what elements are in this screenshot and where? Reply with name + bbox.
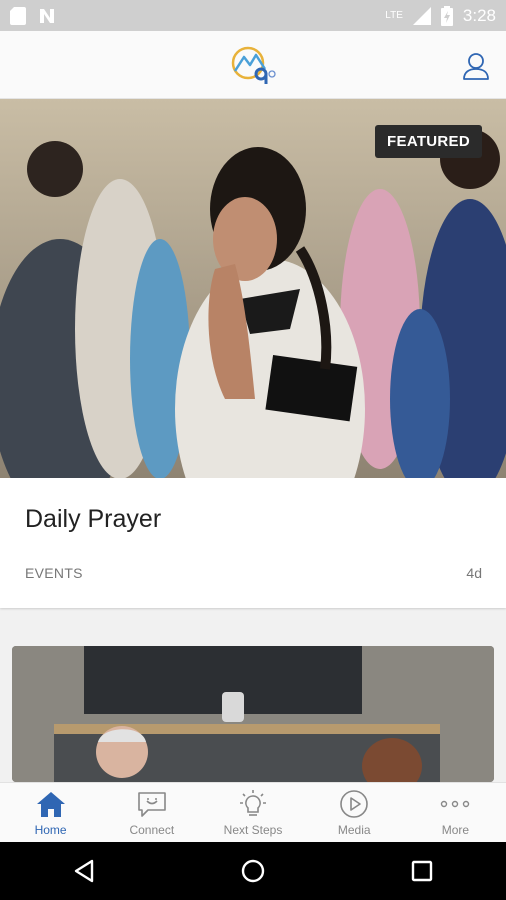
network-type: LTE [385, 10, 403, 21]
nav-more[interactable]: More [405, 783, 506, 842]
system-navigation-bar [0, 842, 506, 900]
signal-icon [412, 6, 431, 25]
clock: 3:28 [462, 5, 496, 25]
nav-label: Connect [129, 823, 175, 837]
nav-label: Next Steps [223, 823, 283, 837]
nav-label: Home [34, 823, 67, 837]
home-icon [36, 792, 65, 817]
more-icon [441, 800, 470, 808]
card-title: Daily Prayer [25, 505, 162, 533]
user-icon[interactable] [462, 51, 490, 81]
featured-card[interactable]: FEATURED Daily Prayer EVENTS 4d [0, 99, 506, 608]
card-category: EVENTS [25, 565, 83, 581]
sermon-photo [12, 646, 494, 782]
recents-icon[interactable] [409, 858, 435, 884]
bottom-navigation: Home Connect Next Steps Media More [0, 782, 506, 842]
content-card[interactable] [12, 646, 494, 782]
status-bar: LTE 3:28 [0, 0, 506, 31]
featured-badge: FEATURED [375, 125, 482, 158]
lightbulb-icon [240, 790, 266, 816]
nav-label: Media [337, 823, 371, 837]
nav-label: More [441, 823, 470, 837]
sd-card-icon [10, 6, 26, 25]
chat-icon [137, 792, 166, 817]
church-logo-icon[interactable] [230, 43, 278, 87]
play-icon [340, 790, 369, 818]
nav-next-steps[interactable]: Next Steps [202, 783, 303, 842]
app-header [0, 31, 506, 99]
n-notification-icon [40, 8, 54, 23]
card-age: 4d [466, 565, 482, 581]
back-icon[interactable] [71, 858, 97, 884]
home-circle-icon[interactable] [240, 858, 266, 884]
battery-icon [440, 5, 453, 26]
nav-home[interactable]: Home [0, 783, 101, 842]
nav-connect[interactable]: Connect [101, 783, 202, 842]
featured-image: FEATURED [0, 99, 506, 478]
nav-media[interactable]: Media [304, 783, 405, 842]
